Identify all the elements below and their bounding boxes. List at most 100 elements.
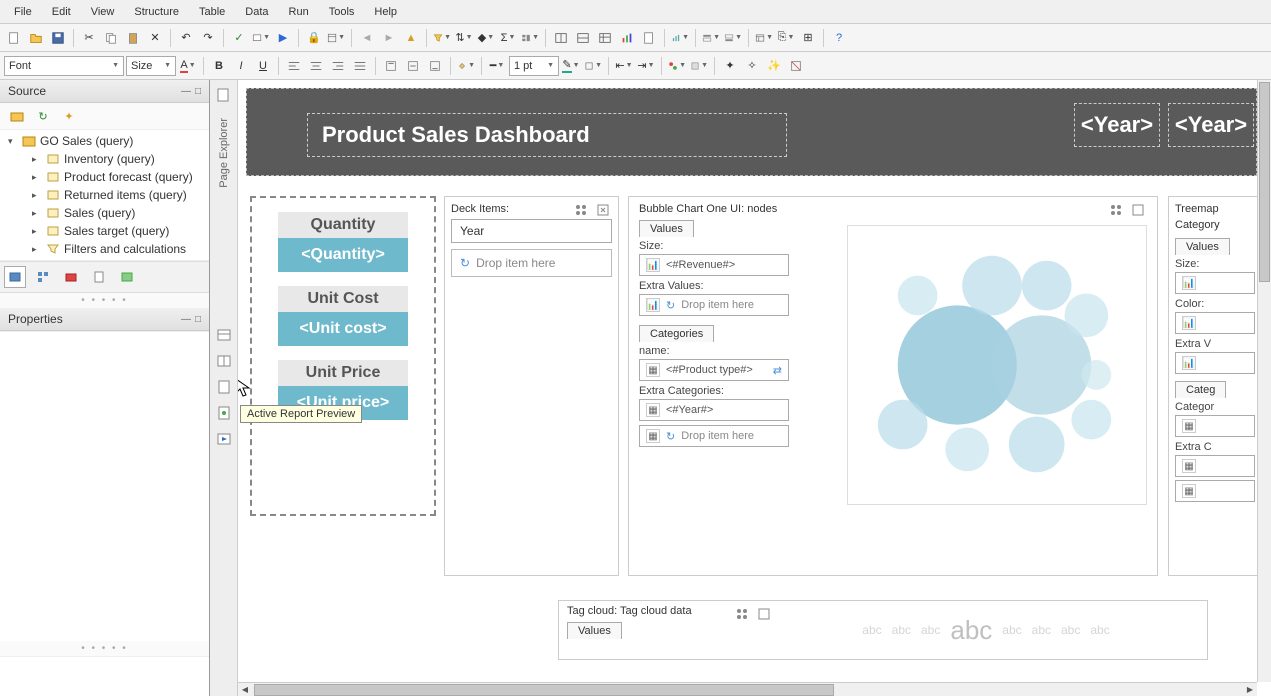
dashboard-header[interactable]: Product Sales Dashboard <Year> <Year>: [246, 88, 1257, 176]
apply-style-icon[interactable]: ✧: [742, 56, 762, 76]
clear-style-icon[interactable]: [786, 56, 806, 76]
up-icon[interactable]: ▲: [401, 28, 421, 48]
italic-icon[interactable]: I: [231, 56, 251, 76]
menu-tools[interactable]: Tools: [319, 2, 365, 22]
bubble-config-icon[interactable]: [1107, 201, 1125, 219]
line-width-dropdown[interactable]: 1 pt▼: [509, 56, 559, 76]
filter-icon[interactable]: ▼: [432, 28, 452, 48]
tree-item-sales[interactable]: ▸Sales (query): [4, 204, 205, 222]
font-dropdown[interactable]: Font▼: [4, 56, 124, 76]
drill-icon[interactable]: ⎘▼: [776, 28, 796, 48]
collapse-icon[interactable]: ▾: [8, 136, 18, 147]
menu-data[interactable]: Data: [235, 2, 278, 22]
valign-bottom-icon[interactable]: [425, 56, 445, 76]
refresh-icon[interactable]: ↻: [34, 107, 52, 125]
tagcloud-values-tab[interactable]: Values: [567, 622, 622, 639]
line-color-icon[interactable]: ✎▼: [561, 56, 581, 76]
bubble-extra-cat-slot-1[interactable]: ▦<#Year#>: [639, 399, 789, 421]
condition-explorer-icon[interactable]: [213, 350, 235, 372]
expand-icon[interactable]: ▸: [32, 154, 42, 165]
horizontal-scrollbar[interactable]: ◀ ▶: [238, 682, 1257, 696]
footers-icon[interactable]: ▼: [723, 28, 743, 48]
menu-help[interactable]: Help: [364, 2, 407, 22]
minimize-icon[interactable]: —: [181, 86, 191, 97]
font-color-icon[interactable]: A▼: [178, 56, 198, 76]
page-explorer-icon[interactable]: [213, 84, 235, 106]
sum-icon[interactable]: Σ▼: [498, 28, 518, 48]
back-icon[interactable]: ◄: [357, 28, 377, 48]
bubble-extra-values-slot[interactable]: 📊↻Drop item here: [639, 294, 789, 316]
deck-field-year[interactable]: Year: [451, 219, 612, 243]
style-ref-icon[interactable]: ▼: [689, 56, 709, 76]
deck-expand-icon[interactable]: [594, 201, 612, 219]
scrollbar-thumb[interactable]: [1259, 82, 1270, 282]
vertical-scrollbar[interactable]: [1257, 80, 1271, 682]
wand-icon[interactable]: ✨: [764, 56, 784, 76]
redo-icon[interactable]: ↷: [198, 28, 218, 48]
undo-icon[interactable]: ↶: [176, 28, 196, 48]
options-icon[interactable]: ✦: [60, 107, 78, 125]
deck-panel[interactable]: Deck Items: Year ↻ Drop item here: [444, 196, 619, 576]
expand-icon[interactable]: ▸: [32, 172, 42, 183]
treemap-values-tab[interactable]: Values: [1175, 238, 1230, 255]
tab-source-icon[interactable]: [4, 266, 26, 288]
headers-icon[interactable]: ▼: [701, 28, 721, 48]
borders-icon[interactable]: ▼: [583, 56, 603, 76]
bold-icon[interactable]: B: [209, 56, 229, 76]
bubble-name-slot[interactable]: ▦<#Product type#>⇄: [639, 359, 789, 381]
year-placeholder-2[interactable]: <Year>: [1168, 103, 1254, 147]
valign-top-icon[interactable]: [381, 56, 401, 76]
stat-cards-container[interactable]: Quantity <Quantity> Unit Cost <Unit cost…: [250, 196, 436, 516]
tab-search-icon[interactable]: [88, 266, 110, 288]
scrollbar-thumb[interactable]: [254, 684, 834, 696]
scroll-right-icon[interactable]: ▶: [1243, 683, 1257, 696]
bubble-chart-panel[interactable]: Bubble Chart One UI: nodes Values Size: …: [628, 196, 1158, 576]
classes-explorer-icon[interactable]: [213, 402, 235, 424]
bubble-extra-cat-slot-2[interactable]: ▦↻Drop item here: [639, 425, 789, 447]
align-left-icon[interactable]: [284, 56, 304, 76]
insert-page-icon[interactable]: [639, 28, 659, 48]
condition-icon[interactable]: ▼: [667, 56, 687, 76]
deck-config-icon[interactable]: [572, 201, 590, 219]
menu-structure[interactable]: Structure: [124, 2, 189, 22]
variables-icon[interactable]: ▼: [754, 28, 774, 48]
size-dropdown[interactable]: Size▼: [126, 56, 176, 76]
deck-drop-zone[interactable]: ↻ Drop item here: [451, 249, 612, 277]
paste-icon[interactable]: [123, 28, 143, 48]
minimize-icon[interactable]: —: [181, 314, 191, 325]
bubble-expand-icon[interactable]: [1129, 201, 1147, 219]
lock-icon[interactable]: 🔒: [304, 28, 324, 48]
tree-item-target[interactable]: ▸Sales target (query): [4, 222, 205, 240]
maximize-icon[interactable]: □: [195, 86, 201, 97]
save-icon[interactable]: [48, 28, 68, 48]
treemap-cat-slot[interactable]: ▦: [1175, 415, 1255, 437]
tree-root[interactable]: ▾ GO Sales (query): [4, 132, 205, 150]
expand-icon[interactable]: ▸: [32, 208, 42, 219]
fill-color-icon[interactable]: ▼: [456, 56, 476, 76]
variables-explorer-icon[interactable]: [213, 376, 235, 398]
insert-crosstab-icon[interactable]: [595, 28, 615, 48]
underline-icon[interactable]: U: [253, 56, 273, 76]
tab-vars-icon[interactable]: [116, 266, 138, 288]
menu-view[interactable]: View: [81, 2, 125, 22]
treemap-cat-tab[interactable]: Categ: [1175, 381, 1226, 398]
help-icon[interactable]: ?: [829, 28, 849, 48]
maximize-icon[interactable]: □: [195, 314, 201, 325]
insert-viz-icon[interactable]: ▼: [670, 28, 690, 48]
open-icon[interactable]: [26, 28, 46, 48]
expand-icon[interactable]: ▸: [32, 244, 42, 255]
copy-icon[interactable]: [101, 28, 121, 48]
run-icon[interactable]: ▶: [273, 28, 293, 48]
package-icon[interactable]: [8, 107, 26, 125]
year-placeholder-1[interactable]: <Year>: [1074, 103, 1160, 147]
tab-data-items-icon[interactable]: [32, 266, 54, 288]
align-justify-icon[interactable]: [350, 56, 370, 76]
insert-table-icon[interactable]: [551, 28, 571, 48]
tagcloud-config-icon[interactable]: [733, 605, 751, 623]
tree-item-inventory[interactable]: ▸Inventory (query): [4, 150, 205, 168]
bubble-values-tab[interactable]: Values: [639, 220, 694, 237]
section-icon[interactable]: ⊞: [798, 28, 818, 48]
panel-splitter[interactable]: • • • • •: [0, 641, 209, 656]
menu-file[interactable]: File: [4, 2, 42, 22]
valign-middle-icon[interactable]: [403, 56, 423, 76]
